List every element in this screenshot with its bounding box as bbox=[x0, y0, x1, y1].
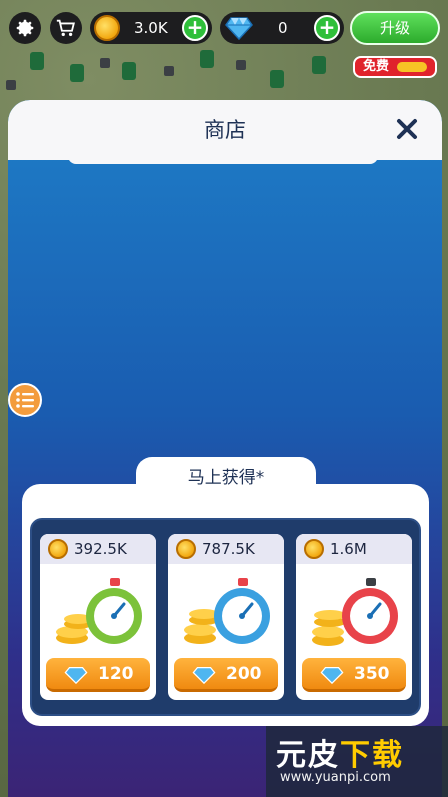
shop-header: 商店 bbox=[8, 100, 442, 160]
stopwatch-coins-icon bbox=[312, 578, 398, 646]
rock bbox=[164, 66, 174, 76]
settings-button[interactable] bbox=[9, 12, 41, 44]
coin-icon bbox=[94, 15, 120, 41]
diamond-icon bbox=[192, 667, 216, 684]
top-hud: 3.0K + 0 + 升级 免费 bbox=[0, 0, 448, 78]
free-upgrade-badge[interactable]: 免费 bbox=[353, 56, 437, 78]
list-icon bbox=[16, 392, 34, 408]
offer-price: 350 bbox=[354, 664, 390, 684]
gear-icon bbox=[16, 19, 34, 37]
diamond-icon bbox=[64, 667, 88, 684]
tree bbox=[122, 62, 136, 80]
offer-coin-amount: 392.5K bbox=[74, 540, 127, 558]
shop-cart-button[interactable] bbox=[50, 12, 82, 44]
coin-icon bbox=[176, 539, 196, 559]
coin-counter: 3.0K + bbox=[90, 12, 212, 44]
stopwatch-coins-icon bbox=[56, 578, 142, 644]
rock bbox=[6, 80, 16, 90]
offer-card-header: 1.6M bbox=[296, 534, 412, 564]
offer-coin-amount: 787.5K bbox=[202, 540, 255, 558]
gem-amount: 0 bbox=[278, 19, 288, 37]
buy-button[interactable]: 350 bbox=[302, 658, 406, 692]
offer-cards-container: 392.5K 120 787.5K 200 1.6M 350 bbox=[30, 518, 421, 716]
coin-icon bbox=[304, 539, 324, 559]
cart-icon bbox=[56, 19, 75, 37]
upgrade-button[interactable]: 升级 bbox=[350, 11, 440, 45]
watermark-url: www.yuanpi.com bbox=[280, 770, 391, 785]
offer-section-title: 马上获得* bbox=[136, 457, 316, 497]
offer-card: 392.5K 120 bbox=[40, 534, 156, 700]
shop-title: 商店 bbox=[204, 118, 246, 142]
menu-button[interactable] bbox=[8, 383, 42, 417]
offer-card-header: 787.5K bbox=[168, 534, 284, 564]
site-watermark: 元皮下载 www.yuanpi.com bbox=[266, 726, 448, 797]
free-label: 免费 bbox=[363, 59, 390, 74]
coin-amount: 3.0K bbox=[134, 19, 168, 37]
ad-icon bbox=[397, 62, 427, 72]
tree bbox=[270, 70, 284, 88]
close-icon bbox=[397, 119, 417, 139]
coin-icon bbox=[48, 539, 68, 559]
diamond-icon bbox=[320, 667, 344, 684]
add-coins-button[interactable]: + bbox=[182, 15, 208, 41]
buy-button[interactable]: 200 bbox=[174, 658, 278, 692]
header-tab bbox=[68, 156, 378, 164]
rock bbox=[236, 60, 246, 70]
watermark-brand: 元皮下载 bbox=[276, 738, 404, 773]
diamond-icon bbox=[225, 17, 253, 40]
tree bbox=[70, 64, 84, 82]
add-gems-button[interactable]: + bbox=[314, 15, 340, 41]
offer-card-header: 392.5K bbox=[40, 534, 156, 564]
stopwatch-coins-icon bbox=[184, 578, 270, 644]
offer-coin-amount: 1.6M bbox=[330, 540, 367, 558]
buy-button[interactable]: 120 bbox=[46, 658, 150, 692]
offer-card: 1.6M 350 bbox=[296, 534, 412, 700]
gem-counter: 0 + bbox=[220, 12, 344, 44]
offer-price: 120 bbox=[98, 664, 134, 684]
offer-price: 200 bbox=[226, 664, 262, 684]
close-button[interactable] bbox=[392, 114, 422, 144]
instant-offer-section: 392.5K 120 787.5K 200 1.6M 350 bbox=[22, 484, 429, 726]
offer-card: 787.5K 200 bbox=[168, 534, 284, 700]
